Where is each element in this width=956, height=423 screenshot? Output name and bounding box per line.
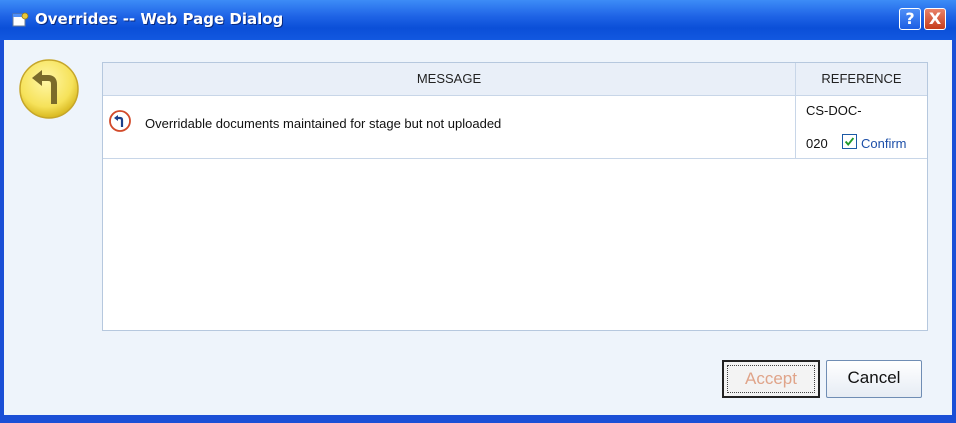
dialog-window: Overrides -- Web Page Dialog ? X MESSAGE… (0, 0, 956, 423)
reference-code-line1: CS-DOC- (806, 103, 862, 118)
turn-left-sign-icon (109, 110, 131, 132)
table-row[interactable]: Overridable documents maintained for sta… (103, 96, 927, 159)
cancel-button[interactable]: Cancel (826, 360, 922, 398)
column-header-message[interactable]: MESSAGE (103, 63, 796, 95)
dialog-title: Overrides -- Web Page Dialog (35, 10, 284, 28)
turn-left-sign-icon (19, 59, 79, 119)
help-button[interactable]: ? (899, 8, 921, 30)
close-button[interactable]: X (924, 8, 946, 30)
title-bar[interactable]: Overrides -- Web Page Dialog ? X (0, 0, 956, 40)
confirm-label[interactable]: Confirm (861, 136, 907, 151)
focus-rectangle (727, 365, 815, 393)
grid-header: MESSAGE REFERENCE (103, 63, 927, 96)
column-divider (795, 96, 796, 158)
reference-code-line2: 020 (806, 136, 828, 151)
accept-button[interactable]: Accept (722, 360, 820, 398)
confirm-checkbox[interactable] (842, 134, 857, 149)
override-message: Overridable documents maintained for sta… (145, 116, 502, 131)
dialog-page-icon (12, 12, 29, 27)
overrides-grid: MESSAGE REFERENCE Overridable documents … (102, 62, 928, 331)
column-header-reference[interactable]: REFERENCE (796, 63, 927, 95)
window-bottom-border (0, 415, 956, 423)
